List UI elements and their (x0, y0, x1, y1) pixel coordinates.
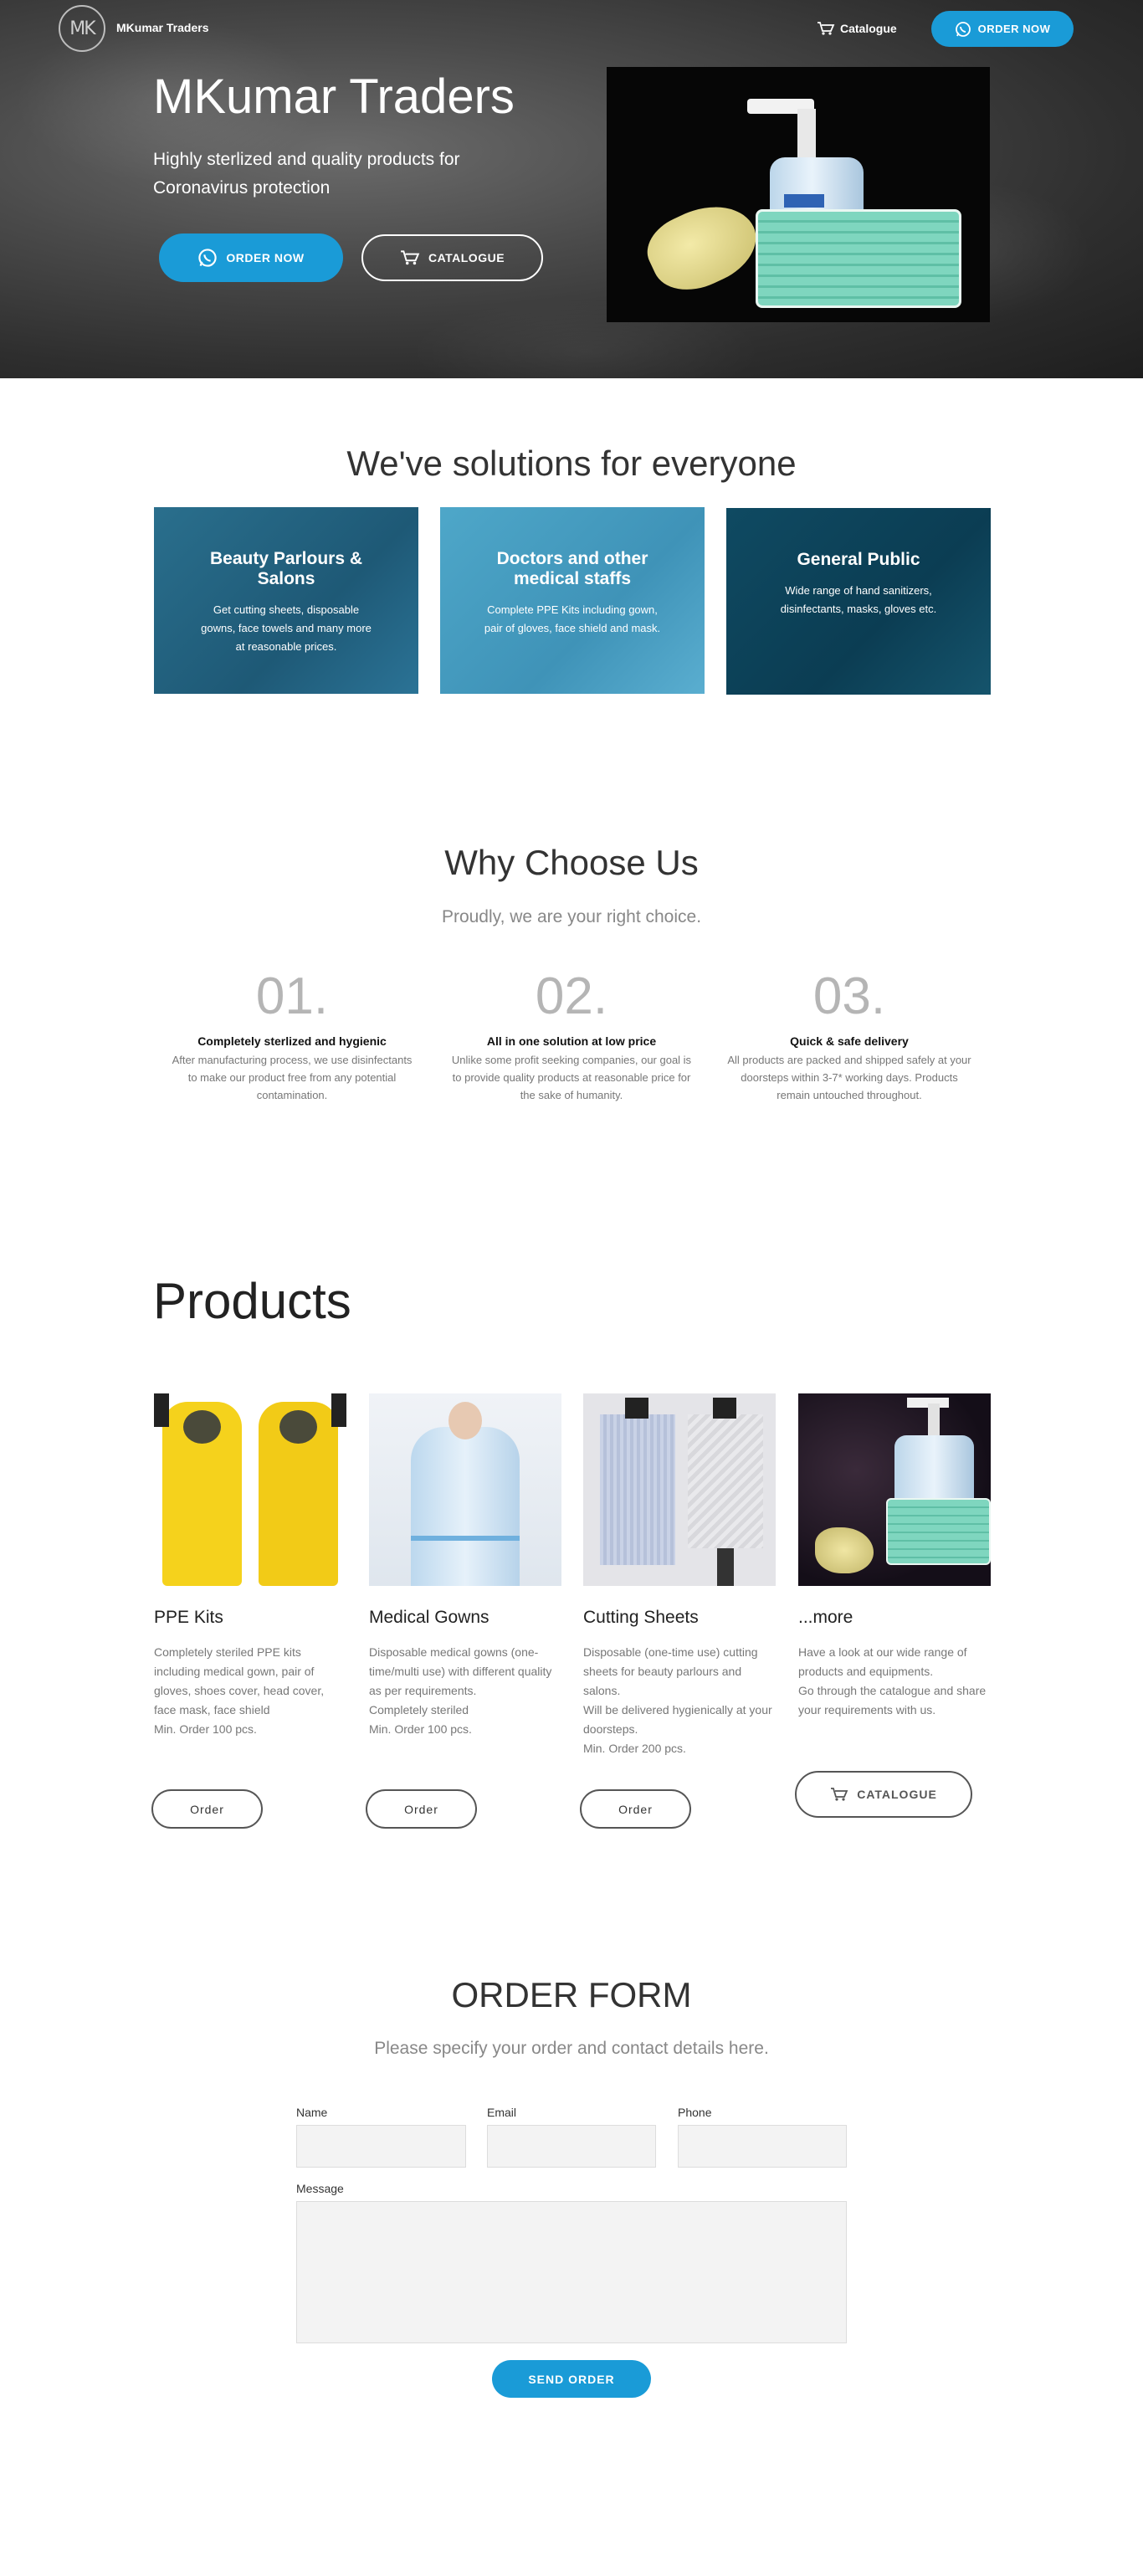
hero-order-now-button[interactable]: ORDER NOW (159, 233, 343, 282)
solution-card-text: Get cutting sheets, disposable gowns, fa… (201, 603, 372, 653)
hero-section: MK MKumar Traders Catalogue ORDER NOW MK… (0, 0, 1143, 378)
name-field[interactable] (296, 2125, 466, 2168)
products-title: Products (153, 1273, 351, 1329)
phone-label: Phone (678, 2106, 712, 2119)
whatsapp-icon (198, 249, 218, 267)
nav-order-label: ORDER NOW (977, 23, 1051, 35)
product-card-gowns: Medical Gowns Disposable medical gowns (… (369, 1393, 561, 1739)
why-subtitle: Proudly, we are your right choice. (441, 907, 702, 926)
product-name: Cutting Sheets (583, 1608, 699, 1627)
pump-neck-graphic (797, 109, 816, 159)
cutting-sheets-image (583, 1393, 776, 1586)
brand-name[interactable]: MKumar Traders (116, 21, 208, 34)
why-number: 01. (255, 967, 329, 1025)
product-name: ...more (798, 1608, 853, 1627)
product-card-sheets: Cutting Sheets Disposable (one-time use)… (583, 1393, 776, 1758)
product-description: Completely steriled PPE kits including m… (154, 1645, 325, 1736)
hero-order-label: ORDER NOW (226, 251, 305, 264)
more-products-image (798, 1393, 991, 1586)
cart-icon (818, 22, 835, 35)
nav-catalogue-link[interactable]: Catalogue (817, 18, 897, 38)
gloves-graphic (638, 189, 768, 305)
why-text: Unlike some profit seeking companies, ou… (451, 1054, 692, 1101)
cart-icon (401, 250, 420, 265)
name-label: Name (296, 2106, 328, 2119)
hero-catalogue-button[interactable]: CATALOGUE (361, 234, 543, 281)
solutions-title: We've solutions for everyone (346, 444, 797, 483)
product-card-ppe: PPE Kits Completely steriled PPE kits in… (154, 1393, 346, 1739)
ppe-kit-image (154, 1393, 346, 1586)
solution-card-text: Complete PPE Kits including gown, pair o… (484, 603, 661, 634)
order-sheets-button[interactable]: Order (580, 1789, 691, 1829)
hero-product-image (607, 67, 990, 322)
solution-card-public[interactable]: General Public Wide range of hand saniti… (726, 508, 991, 695)
whatsapp-icon (955, 21, 971, 37)
solution-card-beauty[interactable]: Beauty Parlours & Salons Get cutting she… (154, 507, 418, 694)
why-item: 02. All in one solution at low price Unl… (446, 967, 697, 1104)
why-item: 01. Completely sterlized and hygienic Af… (167, 967, 418, 1104)
product-card-more: ...more Have a look at our wide range of… (798, 1393, 991, 1720)
order-gowns-button[interactable]: Order (366, 1789, 477, 1829)
solution-card-title: Beauty Parlours & Salons (209, 549, 363, 588)
order-form-title: ORDER FORM (451, 1975, 692, 2014)
message-label: Message (296, 2182, 344, 2195)
why-number: 03. (812, 967, 886, 1025)
navbar: MK MKumar Traders Catalogue ORDER NOW (0, 0, 1143, 57)
logo[interactable]: MK (59, 5, 105, 52)
hero-subtitle: Highly sterlized and quality products fo… (153, 150, 460, 198)
send-order-button[interactable]: SEND ORDER (492, 2360, 651, 2398)
face-mask-graphic (756, 209, 961, 308)
nav-catalogue-label: Catalogue (840, 22, 897, 35)
solution-card-doctors[interactable]: Doctors and other medical staffs Complet… (440, 507, 705, 694)
product-description: Disposable (one-time use) cutting sheets… (583, 1645, 772, 1755)
product-name: PPE Kits (154, 1608, 223, 1627)
why-heading: Quick & safe delivery (790, 1034, 909, 1048)
why-number: 02. (535, 967, 608, 1025)
product-description: Disposable medical gowns (one-time/multi… (369, 1645, 552, 1736)
message-field[interactable] (296, 2201, 847, 2343)
why-text: All products are packed and shipped safe… (727, 1054, 971, 1101)
order-ppe-button[interactable]: Order (151, 1789, 263, 1829)
hero-catalogue-label: CATALOGUE (428, 251, 505, 264)
catalogue-label: CATALOGUE (857, 1788, 937, 1801)
product-description: Have a look at our wide range of product… (798, 1645, 987, 1716)
hero-title: MKumar Traders (153, 69, 515, 124)
medical-gown-image (369, 1393, 561, 1586)
why-text: After manufacturing process, we use disi… (172, 1054, 413, 1101)
why-item: 03. Quick & safe delivery All products a… (724, 967, 975, 1104)
phone-field[interactable] (678, 2125, 847, 2168)
product-name: Medical Gowns (369, 1608, 489, 1627)
email-field[interactable] (487, 2125, 656, 2168)
email-label: Email (487, 2106, 517, 2119)
cart-icon (831, 1788, 848, 1801)
solution-card-title: Doctors and other medical staffs (496, 549, 648, 588)
solution-card-text: Wide range of hand sanitizers, disinfect… (780, 584, 937, 615)
bottle-label-graphic (784, 194, 824, 208)
why-title: Why Choose Us (444, 843, 699, 882)
nav-order-now-button[interactable]: ORDER NOW (931, 11, 1074, 47)
solution-card-title: General Public (797, 550, 920, 569)
why-heading: All in one solution at low price (486, 1034, 657, 1048)
order-form-subtitle: Please specify your order and contact de… (374, 2039, 769, 2058)
products-catalogue-button[interactable]: CATALOGUE (795, 1771, 972, 1818)
why-heading: Completely sterlized and hygienic (197, 1034, 387, 1048)
